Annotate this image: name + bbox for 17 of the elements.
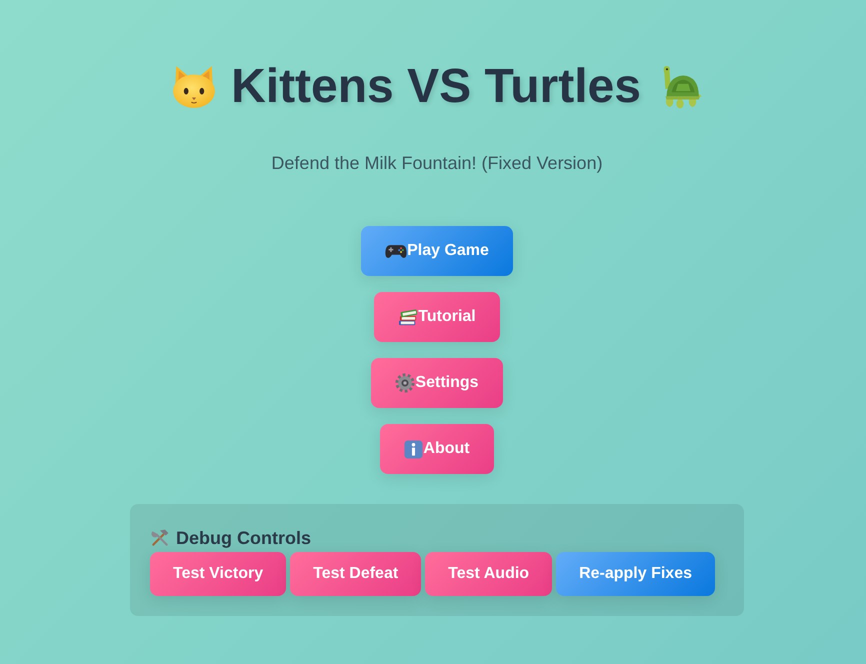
debug-button[interactable]: Test Audio	[425, 552, 552, 596]
cat-face-icon	[171, 65, 218, 109]
debug-heading: Debug Controls	[176, 527, 311, 550]
books-icon	[398, 308, 418, 326]
hammer-and-wrench-icon	[150, 528, 170, 548]
debug-button[interactable]: Re-apply Fixes	[556, 552, 715, 596]
menu-button[interactable]: About	[380, 424, 494, 474]
gear-icon	[395, 373, 416, 393]
game-title: Kittens VS Turtles	[231, 59, 641, 115]
menu-button[interactable]: Tutorial	[374, 292, 500, 342]
gamepad-icon	[385, 244, 408, 258]
debug-button[interactable]: Test Defeat	[290, 552, 422, 596]
info-icon	[404, 440, 424, 458]
debug-button[interactable]: Test Victory	[150, 552, 286, 596]
menu-button[interactable]: Settings	[371, 358, 503, 408]
subtitle: Defend the Milk Fountain! (Fixed Version)	[271, 152, 603, 174]
menu-button[interactable]: Play Game	[361, 226, 513, 276]
